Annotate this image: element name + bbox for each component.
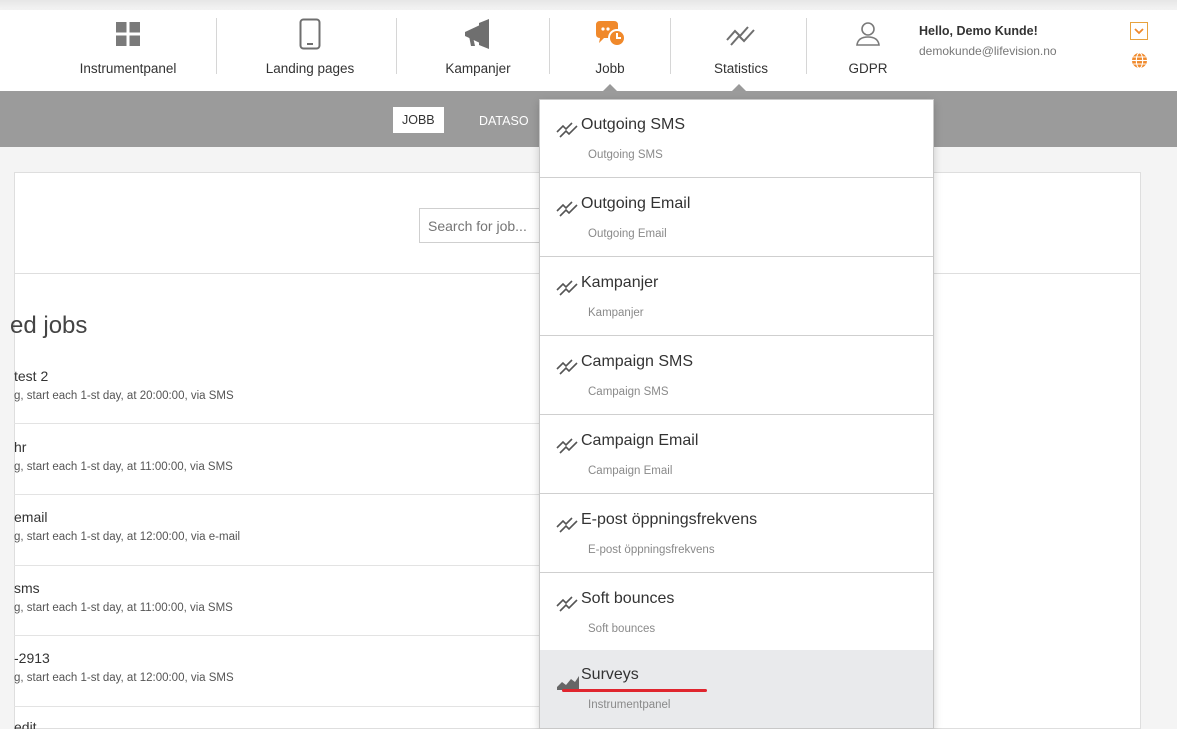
nav-kampanjer[interactable]: Kampanjer: [418, 10, 538, 91]
menu-item-open-rate[interactable]: E-post öppningsfrekvens E-post öppningsf…: [540, 495, 933, 573]
section-title: ed jobs: [10, 312, 88, 339]
row-divider: [14, 635, 614, 636]
line-chart-icon: [556, 357, 578, 380]
menu-item-subtitle: Outgoing Email: [588, 228, 667, 240]
user-greeting: Hello, Demo Kunde!: [919, 24, 1038, 38]
language-globe-icon[interactable]: [1131, 52, 1148, 74]
menu-item-subtitle: Soft bounces: [588, 623, 656, 635]
line-chart-icon: [726, 16, 756, 52]
line-chart-icon: [556, 515, 578, 538]
nav-jobb[interactable]: Jobb: [565, 10, 655, 91]
job-title: email: [14, 509, 48, 525]
menu-item-title: Surveys: [581, 666, 639, 683]
job-item[interactable]: -2913 g, start each 1-st day, at 12:00:0…: [14, 650, 614, 684]
top-navigation: Instrumentpanel Landing pages Kampanjer …: [0, 10, 1177, 91]
line-chart-icon: [556, 594, 578, 617]
statistics-dropdown-menu: Outgoing SMS Outgoing SMS Outgoing Email…: [539, 99, 934, 729]
tab-jobb[interactable]: JOBB: [393, 107, 444, 133]
menu-item-title: Soft bounces: [581, 590, 675, 607]
row-divider: [14, 494, 614, 495]
row-divider: [14, 706, 614, 707]
line-chart-icon: [556, 278, 578, 301]
menu-item-kampanjer[interactable]: Kampanjer Kampanjer: [540, 258, 933, 336]
nav-instrumentpanel[interactable]: Instrumentpanel: [58, 10, 198, 91]
menu-item-subtitle: Outgoing SMS: [588, 149, 663, 161]
line-chart-icon: [556, 436, 578, 459]
menu-item-title: Outgoing Email: [581, 195, 691, 212]
job-item[interactable]: hr g, start each 1-st day, at 11:00:00, …: [14, 439, 614, 473]
menu-item-title: Campaign Email: [581, 432, 699, 449]
chat-clock-icon: [594, 16, 626, 52]
tab-datasources[interactable]: DATASO: [479, 114, 529, 128]
menu-item-campaign-email[interactable]: Campaign Email Campaign Email: [540, 416, 933, 494]
megaphone-icon: [462, 16, 494, 52]
nav-landing-pages[interactable]: Landing pages: [240, 10, 380, 91]
menu-item-subtitle: Campaign Email: [588, 465, 673, 477]
job-description: g, start each 1-st day, at 12:00:00, via…: [14, 672, 234, 684]
job-title: -2913: [14, 650, 50, 666]
menu-item-title: Campaign SMS: [581, 353, 694, 370]
nav-statistics[interactable]: Statistics: [686, 10, 796, 91]
menu-item-subtitle: Campaign SMS: [588, 386, 669, 398]
menu-item-outgoing-sms[interactable]: Outgoing SMS Outgoing SMS: [540, 100, 933, 178]
menu-item-surveys[interactable]: Surveys Instrumentpanel: [540, 650, 933, 728]
mobile-phone-icon: [299, 16, 321, 52]
menu-item-subtitle: Kampanjer: [588, 307, 644, 319]
user-icon: [855, 16, 881, 52]
job-item[interactable]: edit: [14, 719, 614, 729]
job-description: g, start each 1-st day, at 11:00:00, via…: [14, 461, 233, 473]
job-description: g, start each 1-st day, at 11:00:00, via…: [14, 602, 233, 614]
nav-caret: [732, 84, 746, 91]
nav-separator: [806, 18, 807, 74]
nav-label: Jobb: [595, 61, 625, 76]
nav-label: Landing pages: [265, 61, 355, 76]
nav-separator: [670, 18, 671, 74]
nav-label: GDPR: [848, 61, 888, 76]
job-item[interactable]: sms g, start each 1-st day, at 11:00:00,…: [14, 580, 614, 614]
nav-label: Statistics: [713, 61, 768, 76]
highlight-underline: [562, 689, 707, 692]
nav-label: Instrumentpanel: [79, 61, 177, 76]
job-title: edit: [14, 719, 37, 729]
job-title: sms: [14, 580, 40, 596]
chevron-down-icon: [1134, 22, 1144, 40]
page: Instrumentpanel Landing pages Kampanjer …: [0, 0, 1177, 729]
menu-item-subtitle: Instrumentpanel: [588, 699, 671, 711]
menu-item-campaign-sms[interactable]: Campaign SMS Campaign SMS: [540, 337, 933, 415]
job-title: test 2: [14, 368, 49, 384]
nav-separator: [216, 18, 217, 74]
nav-separator: [396, 18, 397, 74]
dashboard-icon: [115, 16, 141, 52]
job-item[interactable]: test 2 g, start each 1-st day, at 20:00:…: [14, 368, 614, 402]
menu-item-title: E-post öppningsfrekvens: [581, 511, 758, 528]
menu-item-subtitle: E-post öppningsfrekvens: [588, 544, 715, 556]
menu-item-outgoing-email[interactable]: Outgoing Email Outgoing Email: [540, 179, 933, 257]
job-description: g, start each 1-st day, at 20:00:00, via…: [14, 390, 234, 402]
user-menu-button[interactable]: [1130, 22, 1148, 40]
nav-separator: [549, 18, 550, 74]
line-chart-icon: [556, 120, 578, 143]
nav-label: Kampanjer: [445, 61, 511, 76]
top-shade: [0, 0, 1177, 10]
job-description: g, start each 1-st day, at 12:00:00, via…: [14, 531, 241, 543]
nav-caret: [603, 84, 617, 91]
menu-item-title: Outgoing SMS: [581, 116, 686, 133]
menu-item-soft-bounces[interactable]: Soft bounces Soft bounces: [540, 574, 933, 652]
job-item[interactable]: email g, start each 1-st day, at 12:00:0…: [14, 509, 614, 543]
line-chart-icon: [556, 199, 578, 222]
user-info: Hello, Demo Kunde! demokunde@lifevision.…: [919, 24, 1057, 58]
nav-gdpr[interactable]: GDPR: [828, 10, 908, 91]
menu-item-title: Kampanjer: [581, 274, 659, 291]
row-divider: [14, 565, 614, 566]
job-title: hr: [14, 439, 27, 455]
user-email: demokunde@lifevision.no: [919, 44, 1057, 58]
row-divider: [14, 423, 614, 424]
